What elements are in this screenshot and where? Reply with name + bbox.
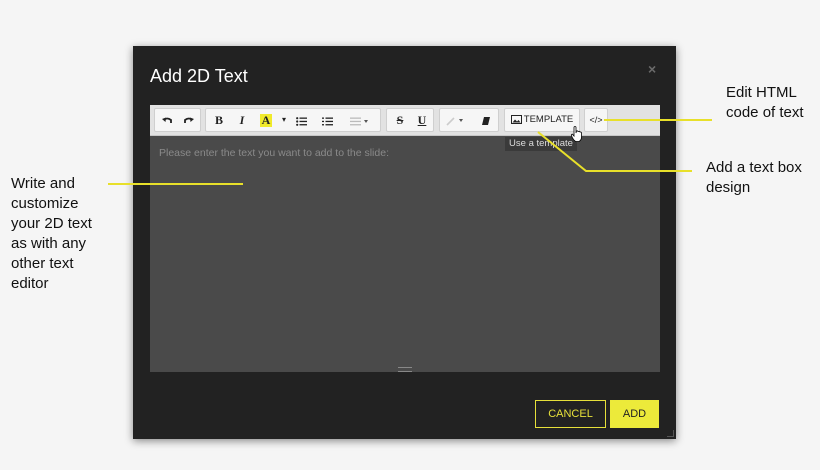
text-editor-area <box>150 136 660 372</box>
editor-toolbar: B I A ▾ S U TEMPLATE </> <box>150 105 660 136</box>
font-color-dropdown-icon[interactable]: ▾ <box>278 109 290 131</box>
bullet-list-icon[interactable] <box>292 109 310 131</box>
italic-icon[interactable]: I <box>232 109 252 131</box>
strikethrough-icon[interactable]: S <box>390 109 410 131</box>
dialog-resize-grip[interactable] <box>667 430 674 437</box>
annotation-write: Write and customize your 2D text as with… <box>11 175 92 292</box>
cancel-button[interactable]: CANCEL <box>535 400 606 428</box>
template-button[interactable]: TEMPLATE <box>504 108 580 132</box>
toolbar-group-history <box>154 108 201 132</box>
numbered-list-icon[interactable] <box>318 109 336 131</box>
add-2d-text-dialog: Add 2D Text × B I A ▾ S U TEMPLATE </> P… <box>133 46 676 439</box>
eraser-icon[interactable] <box>476 109 496 131</box>
toolbar-group-format: B I A ▾ <box>205 108 381 132</box>
align-icon[interactable] <box>346 109 374 131</box>
annotation-text-box: Add a text box design <box>706 159 802 196</box>
code-button[interactable]: </> <box>584 108 608 132</box>
editor-resize-handle[interactable] <box>398 367 412 372</box>
link-icon[interactable] <box>442 109 470 131</box>
font-color-label: A <box>259 113 273 127</box>
toolbar-group-insert <box>439 108 499 132</box>
text-editor-input[interactable] <box>157 145 651 349</box>
underline-icon[interactable]: U <box>412 109 432 131</box>
undo-icon[interactable] <box>157 109 177 131</box>
annotation-edit-html: Edit HTML code of text <box>726 84 804 121</box>
toolbar-group-decoration: S U <box>386 108 434 132</box>
close-icon[interactable]: × <box>648 61 656 77</box>
bold-icon[interactable]: B <box>209 109 229 131</box>
redo-icon[interactable] <box>179 109 199 131</box>
template-label: TEMPLATE <box>523 114 574 125</box>
hand-cursor-icon <box>571 126 582 142</box>
template-tooltip: Use a template <box>505 137 577 151</box>
dialog-title: Add 2D Text <box>150 66 248 86</box>
add-button[interactable]: ADD <box>610 400 659 428</box>
template-button-content: TEMPLATE <box>505 109 579 131</box>
font-color-icon[interactable]: A <box>256 109 276 131</box>
image-icon <box>510 114 522 124</box>
code-icon: </> <box>589 115 603 125</box>
